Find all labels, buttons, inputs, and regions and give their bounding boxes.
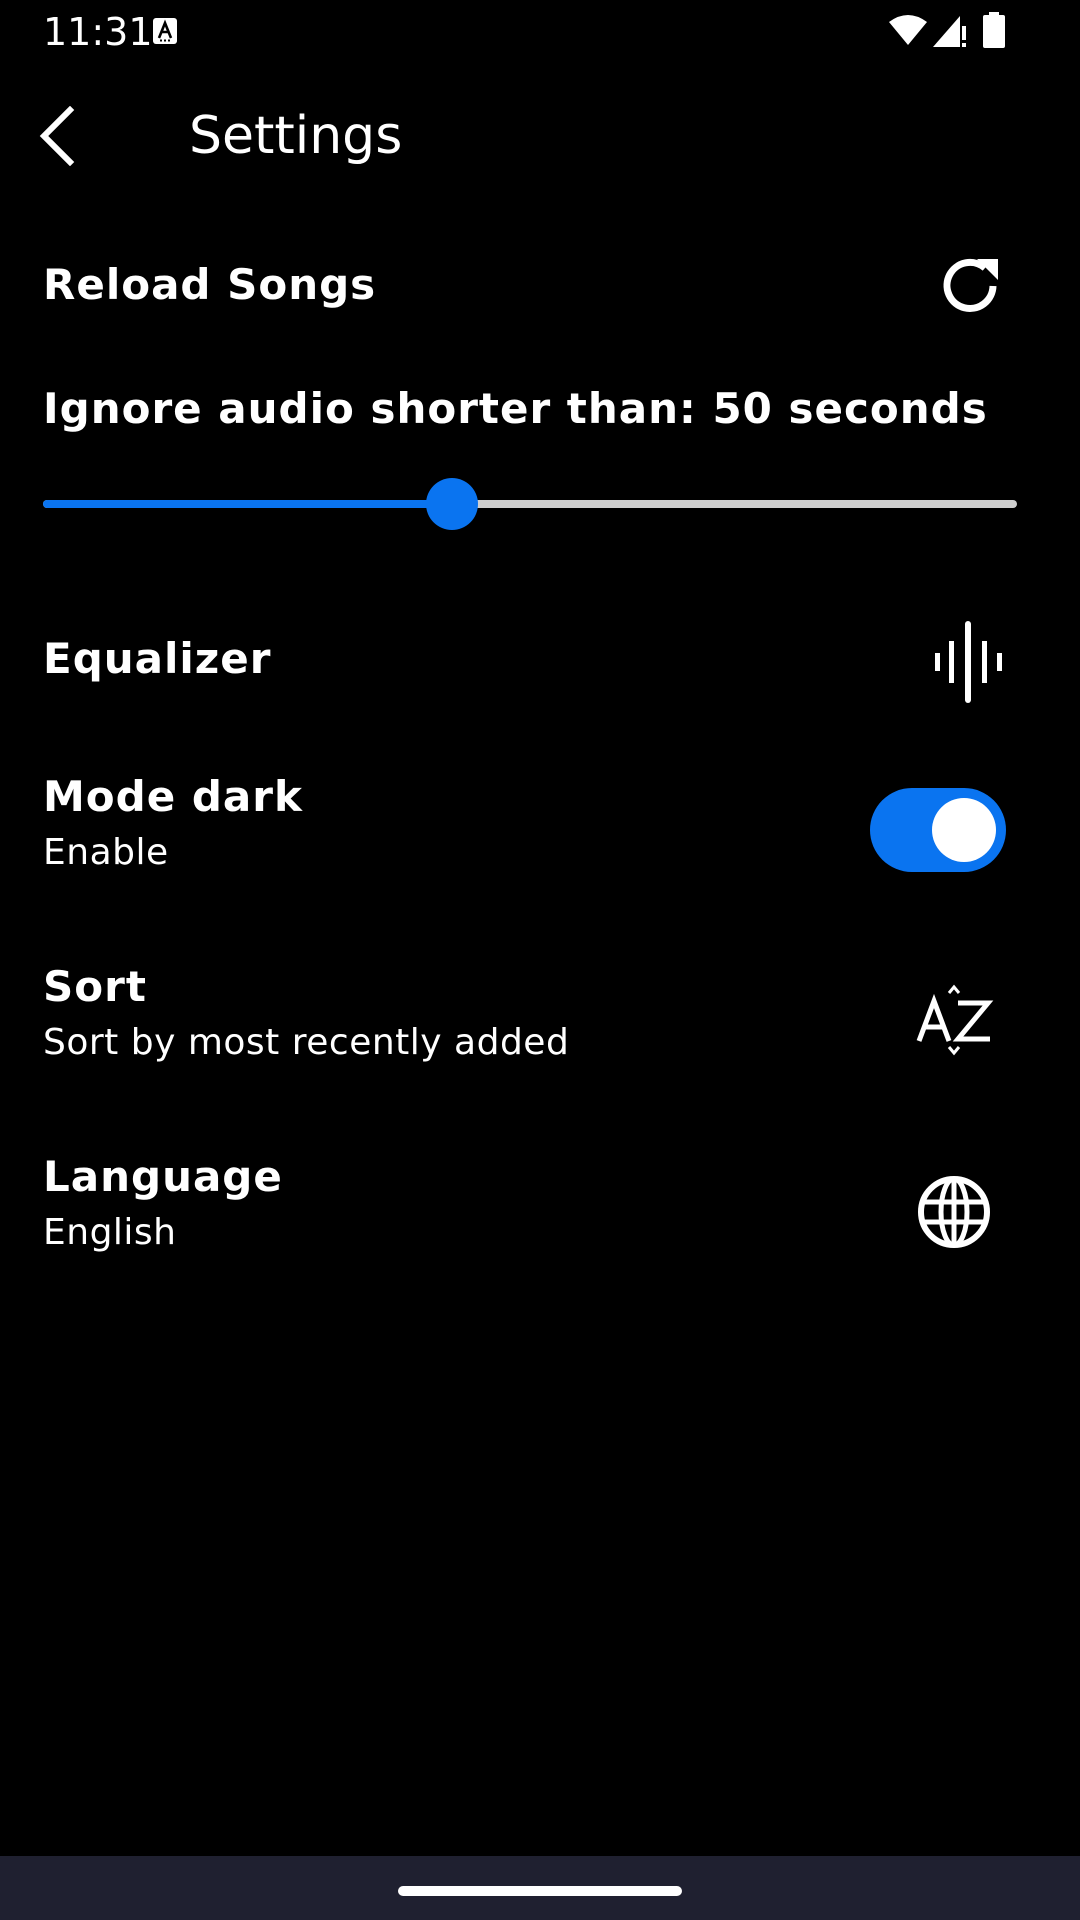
status-time: 11:31 — [43, 10, 153, 54]
page-title: Settings — [189, 106, 403, 166]
signal-icon — [933, 16, 966, 47]
sort-title: Sort — [43, 962, 147, 1011]
chevron-left-icon — [39, 106, 75, 166]
sort-button[interactable] — [910, 982, 1000, 1058]
sort-az-icon — [916, 984, 994, 1056]
dark-mode-title: Mode dark — [43, 772, 303, 821]
dark-mode-subtitle: Enable — [43, 832, 169, 873]
language-subtitle: English — [43, 1212, 177, 1253]
reload-songs-row[interactable]: Reload Songs — [0, 240, 1080, 370]
globe-icon — [918, 1176, 990, 1248]
language-button[interactable] — [912, 1170, 996, 1254]
sort-subtitle: Sort by most recently added — [43, 1022, 570, 1063]
status-bar: 11:31 — [0, 0, 1080, 64]
battery-icon — [983, 12, 1005, 48]
reload-songs-title: Reload Songs — [43, 260, 377, 309]
min-duration-label: Ignore audio shorter than: 50 seconds — [43, 384, 988, 433]
app-bar: Settings — [0, 64, 1080, 208]
equalizer-row[interactable]: Equalizer — [0, 612, 1080, 712]
navigation-bar — [0, 1856, 1080, 1920]
back-button[interactable] — [26, 100, 86, 172]
slider-fill — [43, 500, 453, 508]
sort-row[interactable]: Sort Sort by most recently added — [0, 960, 1080, 1080]
min-duration-slider[interactable] — [43, 478, 1017, 530]
wifi-icon — [889, 15, 927, 45]
toggle-knob — [932, 798, 996, 862]
language-row[interactable]: Language English — [0, 1150, 1080, 1270]
waveform-icon — [935, 621, 1002, 703]
equalizer-button[interactable] — [928, 620, 1010, 704]
dark-mode-toggle[interactable] — [870, 788, 1006, 872]
language-title: Language — [43, 1152, 283, 1201]
equalizer-title: Equalizer — [43, 634, 272, 683]
home-indicator[interactable] — [398, 1886, 682, 1896]
refresh-icon — [943, 258, 998, 312]
slider-thumb[interactable] — [426, 478, 479, 530]
reload-button[interactable] — [930, 246, 1010, 326]
notification-a-icon — [153, 18, 177, 44]
